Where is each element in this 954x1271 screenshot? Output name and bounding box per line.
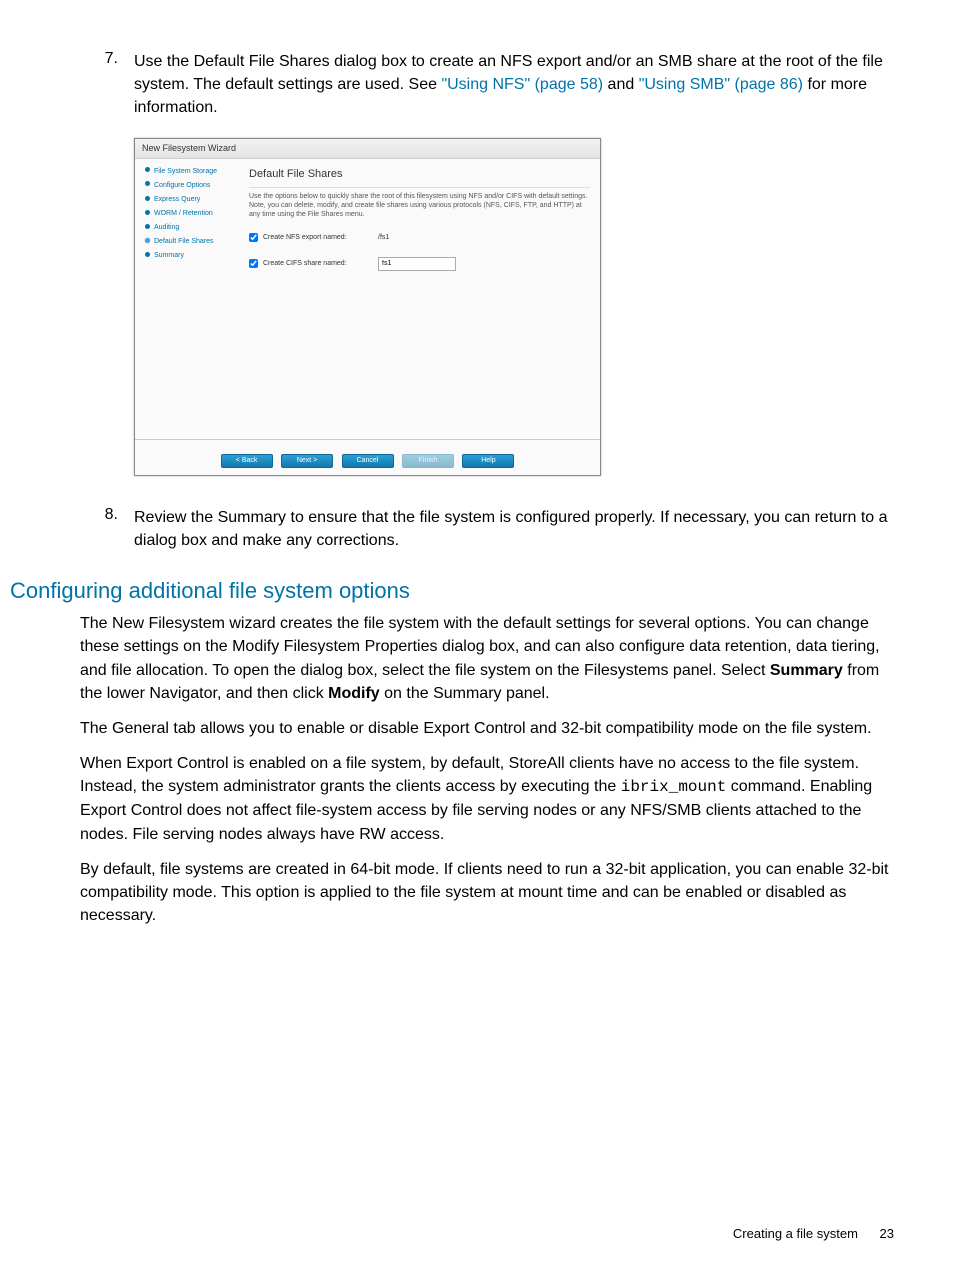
nav-label: File System Storage [154, 168, 217, 175]
code-ibrix-mount: ibrix_mount [621, 778, 727, 796]
link-using-nfs[interactable]: "Using NFS" (page 58) [441, 76, 603, 93]
nav-default-file-shares[interactable]: Default File Shares [145, 237, 235, 247]
link-using-smb[interactable]: "Using SMB" (page 86) [639, 76, 803, 93]
paragraph-4: By default, file systems are created in … [80, 858, 894, 928]
step-number-7: 7. [80, 50, 134, 494]
cifs-share-checkbox[interactable] [249, 259, 258, 268]
nav-label: Express Query [154, 196, 200, 203]
footer-page-number: 23 [880, 1226, 894, 1241]
dialog-footer: < Back Next > Cancel Finish Help [135, 439, 600, 475]
wizard-nav: File System Storage Configure Options Ex… [135, 159, 239, 439]
cifs-share-input[interactable] [378, 257, 456, 271]
new-filesystem-wizard-dialog: New Filesystem Wizard File System Storag… [134, 138, 601, 476]
nav-express-query[interactable]: Express Query [145, 195, 235, 205]
cifs-share-row: Create CIFS share named: [249, 257, 590, 271]
nfs-export-row: Create NFS export named: /fs1 [249, 233, 590, 243]
p1-bold-summary: Summary [770, 662, 843, 679]
section-heading: Configuring additional file system optio… [10, 578, 894, 604]
bullet-icon [145, 167, 150, 172]
step-body-8: Review the Summary to ensure that the fi… [134, 506, 894, 552]
bullet-icon [145, 252, 150, 257]
nav-label: Configure Options [154, 182, 210, 189]
nav-label: Default File Shares [154, 238, 214, 245]
bullet-icon [145, 196, 150, 201]
bullet-icon [145, 224, 150, 229]
nfs-export-value: /fs1 [378, 233, 389, 243]
p1-bold-modify: Modify [328, 685, 380, 702]
footer-label: Creating a file system [733, 1226, 858, 1241]
page-footer: Creating a file system 23 [733, 1226, 894, 1241]
finish-button: Finish [402, 454, 454, 468]
help-button[interactable]: Help [462, 454, 514, 468]
nav-configure-options[interactable]: Configure Options [145, 181, 235, 191]
nav-summary[interactable]: Summary [145, 251, 235, 261]
p1e: on the Summary panel. [380, 685, 550, 702]
cifs-share-label: Create CIFS share named: [263, 259, 378, 269]
paragraph-2: The General tab allows you to enable or … [80, 717, 894, 740]
cancel-button[interactable]: Cancel [342, 454, 394, 468]
nfs-export-label: Create NFS export named: [263, 233, 378, 243]
p1a: The New Filesystem wizard creates the fi… [80, 615, 880, 678]
nav-worm-retention[interactable]: WORM / Retention [145, 209, 235, 219]
nav-label: Auditing [154, 224, 179, 231]
step-number-8: 8. [80, 506, 134, 552]
bullet-icon [145, 181, 150, 186]
paragraph-1: The New Filesystem wizard creates the fi… [80, 612, 894, 705]
nfs-export-checkbox[interactable] [249, 233, 258, 242]
bullet-icon [145, 238, 150, 243]
wizard-description: Use the options below to quickly share t… [249, 192, 590, 219]
step7-text-b: and [603, 76, 639, 93]
wizard-main: Default File Shares Use the options belo… [239, 159, 600, 439]
nav-auditing[interactable]: Auditing [145, 223, 235, 233]
wizard-heading: Default File Shares [249, 167, 590, 188]
step-body-7: Use the Default File Shares dialog box t… [134, 50, 894, 494]
next-button[interactable]: Next > [281, 454, 333, 468]
back-button[interactable]: < Back [221, 454, 273, 468]
dialog-title: New Filesystem Wizard [135, 139, 600, 159]
nav-label: WORM / Retention [154, 210, 213, 217]
bullet-icon [145, 210, 150, 215]
paragraph-3: When Export Control is enabled on a file… [80, 752, 894, 846]
nav-label: Summary [154, 252, 184, 259]
nav-file-system-storage[interactable]: File System Storage [145, 167, 235, 177]
